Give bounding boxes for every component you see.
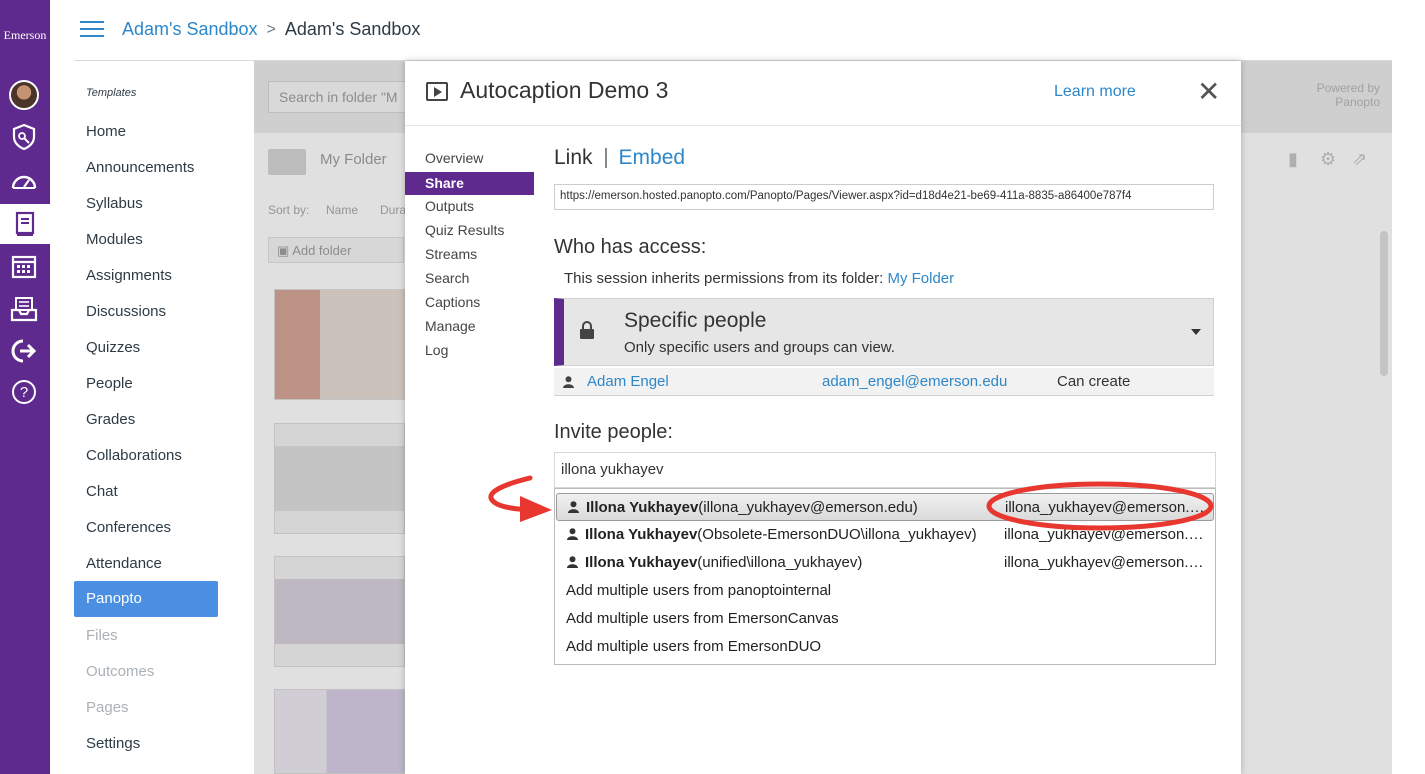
account-avatar[interactable] [8,79,40,111]
modal-nav-log[interactable]: Log [425,342,448,358]
invite-people-input[interactable]: illona yukhayev [554,452,1216,488]
user-icon [568,501,579,513]
course-nav-syllabus[interactable]: Syllabus [86,195,143,212]
course-nav-files[interactable]: Files [86,627,118,644]
modal-nav-quiz-results[interactable]: Quiz Results [425,222,504,238]
inherit-folder-link[interactable]: My Folder [887,270,954,287]
hamburger-menu-icon[interactable] [80,21,104,39]
modal-header-divider [405,125,1241,126]
suggestion-option[interactable]: Illona Yukhayev(Obsolete-EmersonDUO\illo… [556,521,1214,549]
course-nav: Templates Home Announcements Syllabus Mo… [74,60,254,774]
course-nav-grades[interactable]: Grades [86,411,135,428]
inherit-permissions-text: This session inherits permissions from i… [564,270,954,287]
breadcrumb-current-page: Adam's Sandbox [284,19,421,39]
member-email-link[interactable]: adam_engel@emerson.edu [822,373,1007,390]
access-level-description: Only specific users and groups can view. [624,339,895,356]
user-icon [563,376,574,388]
course-nav-quizzes[interactable]: Quizzes [86,339,140,356]
brand-logo[interactable]: Emerson [0,28,50,43]
session-settings-modal: Autocaption Demo 3 Learn more ✕ Overview… [405,61,1241,774]
bulk-add-label: Add multiple users from panoptointernal [566,582,832,599]
course-nav-outcomes[interactable]: Outcomes [86,663,154,680]
course-nav-announcements[interactable]: Announcements [86,159,194,176]
suggestion-detail: (illona_yukhayev@emerson.edu) [698,499,918,516]
video-play-icon [426,82,448,101]
course-nav-settings[interactable]: Settings [86,735,140,752]
course-nav-people[interactable]: People [86,375,133,392]
learn-more-link[interactable]: Learn more [1054,83,1136,101]
suggestion-detail: (unified\illona_yukhayev) [697,554,863,571]
inherit-label: This session inherits permissions from i… [564,270,884,287]
dashboard-icon[interactable] [8,165,40,197]
suggestion-label: Illona Yukhayev(Obsolete-EmersonDUO\illo… [585,526,977,543]
invite-suggestions-dropdown: Illona Yukhayev(illona_yukhayev@emerson.… [554,488,1216,665]
course-nav-assignments[interactable]: Assignments [86,267,172,284]
member-role[interactable]: Can create [1057,373,1130,390]
suggestion-option[interactable]: Illona Yukhayev(illona_yukhayev@emerson.… [556,493,1214,521]
suggestion-name: Illona Yukhayev [585,526,698,543]
user-icon [567,528,578,540]
share-tabs: Link Embed [554,146,685,170]
course-nav-section-label: Templates [86,87,137,99]
lock-icon [580,321,594,339]
member-name-link[interactable]: Adam Engel [587,373,669,390]
admin-icon[interactable] [8,121,40,153]
access-level-title: Specific people [624,309,767,332]
course-nav-pages[interactable]: Pages [86,699,129,716]
course-nav-modules[interactable]: Modules [86,231,143,248]
suggestion-label: Illona Yukhayev(illona_yukhayev@emerson.… [586,499,918,516]
suggestion-email: illona_yukhayev@emerson.edu [1005,499,1207,516]
invite-people-heading: Invite people: [554,421,673,443]
bulk-add-label: Add multiple users from EmersonDUO [566,638,822,655]
inbox-icon[interactable] [8,293,40,325]
modal-nav-outputs[interactable]: Outputs [425,198,474,214]
suggestion-name: Illona Yukhayev [585,554,698,571]
course-nav-home[interactable]: Home [86,123,126,140]
tab-link[interactable]: Link [554,146,593,170]
modal-nav-captions[interactable]: Captions [425,294,480,310]
suggestion-detail: (Obsolete-EmersonDUO\illona_yukhayev) [697,526,977,543]
suggestion-email: illona_yukhayev@emerson.edu [1004,526,1206,543]
share-url-field[interactable]: https://emerson.hosted.panopto.com/Panop… [554,184,1214,210]
course-nav-chat[interactable]: Chat [86,483,118,500]
suggestion-option[interactable]: Illona Yukhayev(unified\illona_yukhayev)… [556,549,1214,577]
access-level-dropdown[interactable]: Specific people Only specific users and … [554,298,1214,366]
course-nav-attendance[interactable]: Attendance [86,555,162,572]
breadcrumb: Adam's Sandbox > Adam's Sandbox [122,19,420,40]
logout-icon[interactable] [8,335,40,367]
avatar [9,80,39,110]
suggestion-name: Illona Yukhayev [586,499,699,516]
suggestion-email: illona_yukhayev@emerson.edu [1004,554,1206,571]
access-member-row: Adam Engel adam_engel@emerson.edu Can cr… [554,368,1214,396]
course-nav-collaborations[interactable]: Collaborations [86,447,182,464]
svg-text:?: ? [20,384,28,401]
suggestion-label: Illona Yukhayev(unified\illona_yukhayev) [585,554,862,571]
course-nav-panopto[interactable]: Panopto [74,581,218,617]
course-nav-discussions[interactable]: Discussions [86,303,166,320]
modal-nav-streams[interactable]: Streams [425,246,477,262]
user-icon [567,556,578,568]
calendar-icon[interactable] [8,250,40,282]
help-icon[interactable]: ? [8,376,40,408]
bulk-add-option[interactable]: Add multiple users from EmersonCanvas [556,605,1214,633]
modal-nav-manage[interactable]: Manage [425,318,476,334]
chevron-down-icon [1191,329,1201,335]
who-has-access-heading: Who has access: [554,236,707,258]
bulk-add-option[interactable]: Add multiple users from EmersonDUO [556,633,1214,661]
modal-title: Autocaption Demo 3 [460,77,669,103]
courses-icon[interactable] [0,204,50,244]
modal-nav-share[interactable]: Share [405,172,534,195]
modal-nav-overview[interactable]: Overview [425,150,483,166]
global-nav: Emerson ? [0,0,50,774]
close-icon[interactable]: ✕ [1197,77,1220,107]
bulk-add-label: Add multiple users from EmersonCanvas [566,610,839,627]
breadcrumb-separator-icon: > [266,20,276,38]
bulk-add-option[interactable]: Add multiple users from panoptointernal [556,577,1214,605]
tab-embed[interactable]: Embed [619,146,686,170]
course-nav-conferences[interactable]: Conferences [86,519,171,536]
tab-divider [604,148,607,168]
breadcrumb-course-link[interactable]: Adam's Sandbox [122,19,258,40]
modal-nav-search[interactable]: Search [425,270,469,286]
